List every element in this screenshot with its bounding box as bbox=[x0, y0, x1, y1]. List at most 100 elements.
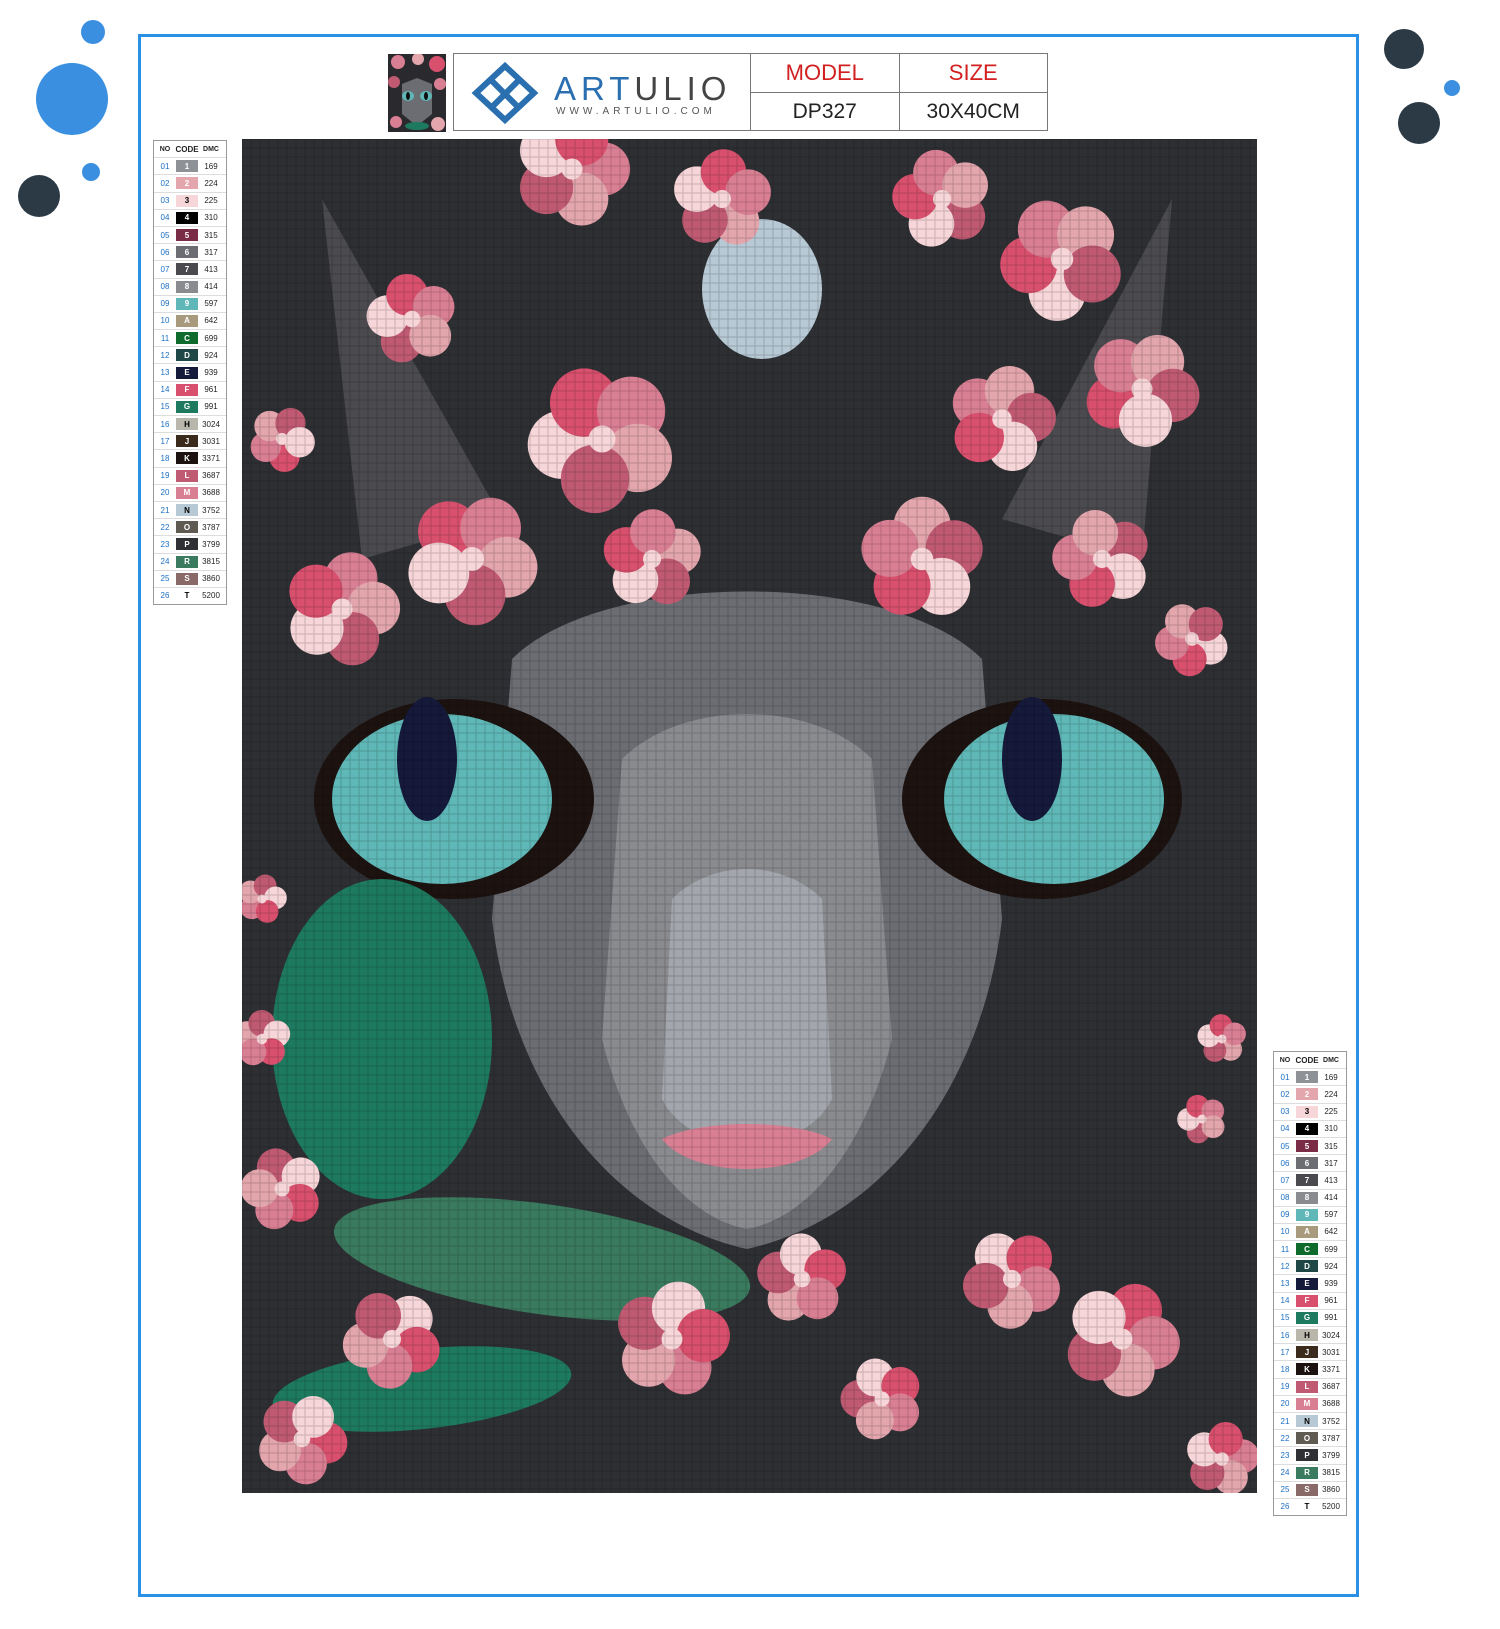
legend-dmc: 924 bbox=[1324, 1261, 1338, 1271]
legend-no: 16 bbox=[160, 419, 170, 429]
legend-no: 08 bbox=[160, 282, 170, 292]
legend-no: 06 bbox=[1280, 1158, 1290, 1168]
legend-dmc: 939 bbox=[1324, 1279, 1338, 1289]
legend-dmc: 414 bbox=[1324, 1193, 1338, 1203]
legend-dmc: 224 bbox=[1324, 1089, 1338, 1099]
legend-dmc: 3815 bbox=[1322, 1468, 1340, 1478]
legend-code-swatch: 7 bbox=[1296, 1174, 1318, 1187]
legend-code-swatch: J bbox=[176, 435, 198, 448]
legend-no: 01 bbox=[160, 161, 170, 171]
legend-row: 11 C 699 bbox=[154, 329, 226, 346]
legend-no: 18 bbox=[1280, 1364, 1290, 1374]
legend-no: 21 bbox=[160, 505, 170, 515]
legend-no: 11 bbox=[1280, 1244, 1290, 1254]
legend-dmc: 3799 bbox=[1322, 1450, 1340, 1460]
legend-dmc: 597 bbox=[1324, 1210, 1338, 1220]
legend-dmc: 3371 bbox=[1322, 1364, 1340, 1374]
legend-row: 09 9 597 bbox=[154, 294, 226, 312]
legend-no: 10 bbox=[160, 316, 170, 326]
legend-dmc: 3752 bbox=[202, 505, 220, 515]
legend-dmc: 991 bbox=[204, 402, 218, 412]
diamond-painting-canvas bbox=[233, 112, 1260, 1495]
legend-no: 22 bbox=[160, 522, 170, 532]
legend-dmc: 642 bbox=[204, 316, 218, 326]
legend-row: 17 J 3031 bbox=[1274, 1343, 1346, 1360]
decor-dot-blue-large bbox=[36, 63, 108, 135]
decor-dot-dark-left bbox=[18, 175, 60, 217]
legend-row: 23 P 3799 bbox=[1274, 1446, 1346, 1463]
legend-dmc: 3787 bbox=[202, 522, 220, 532]
legend-row: 05 5 315 bbox=[1274, 1136, 1346, 1154]
legend-dmc: 3024 bbox=[202, 419, 220, 429]
legend-code-swatch: D bbox=[176, 349, 198, 362]
legend-code-swatch: P bbox=[176, 538, 198, 551]
legend-no: 23 bbox=[1280, 1450, 1290, 1460]
product-header-table: ARTULIO WWW.ARTULIO.COM MODEL DP327 SIZE… bbox=[453, 53, 1048, 131]
legend-row: 24 R 3815 bbox=[154, 552, 226, 570]
legend-col-code: CODE bbox=[175, 144, 199, 154]
legend-code-swatch: 6 bbox=[1296, 1157, 1318, 1170]
legend-row: 02 2 224 bbox=[154, 174, 226, 191]
legend-dmc: 310 bbox=[204, 213, 218, 223]
legend-dmc: 317 bbox=[204, 247, 218, 257]
cat-mosaic-artwork bbox=[233, 112, 1260, 1495]
legend-row: 08 8 414 bbox=[1274, 1188, 1346, 1206]
legend-code-swatch: 9 bbox=[1296, 1208, 1318, 1221]
legend-col-dmc: DMC bbox=[1323, 1056, 1339, 1064]
brand-website: WWW.ARTULIO.COM bbox=[556, 106, 716, 117]
legend-code-swatch: 2 bbox=[1296, 1088, 1318, 1101]
legend-no: 21 bbox=[1280, 1416, 1290, 1426]
legend-no: 18 bbox=[160, 453, 170, 463]
legend-row: 02 2 224 bbox=[1274, 1085, 1346, 1102]
legend-no: 13 bbox=[160, 368, 170, 378]
brand-name: ARTULIO bbox=[554, 70, 731, 108]
legend-dmc: 3752 bbox=[1322, 1416, 1340, 1426]
color-legend-left: NO CODE DMC 01 1 169 02 2 224 03 3 225 04 4 310 05 5 315 0… bbox=[153, 140, 227, 606]
decor-dot-dark-right-bottom bbox=[1398, 102, 1440, 144]
legend-dmc: 413 bbox=[204, 264, 218, 274]
legend-row: 20 M 3688 bbox=[154, 483, 226, 501]
legend-dmc: 224 bbox=[204, 178, 218, 188]
legend-row: 14 F 961 bbox=[1274, 1291, 1346, 1309]
legend-dmc: 5200 bbox=[1322, 1502, 1340, 1512]
legend-dmc: 3024 bbox=[1322, 1330, 1340, 1340]
legend-dmc: 3815 bbox=[202, 557, 220, 567]
legend-row: 22 O 3787 bbox=[1274, 1429, 1346, 1446]
decor-dot-dark-right-top bbox=[1384, 29, 1424, 69]
brand-name-suffix: ULIO bbox=[634, 70, 732, 107]
legend-header: NO CODE DMC bbox=[1274, 1052, 1346, 1068]
legend-code-swatch: J bbox=[1296, 1346, 1318, 1359]
legend-code-swatch: E bbox=[1296, 1277, 1318, 1290]
legend-row: 10 A 642 bbox=[154, 311, 226, 329]
preview-thumbnail bbox=[388, 54, 446, 132]
color-legend-right: NO CODE DMC 01 1 169 02 2 224 03 3 225 04 4 310 05 5 315 0… bbox=[1273, 1051, 1347, 1517]
model-cell: MODEL DP327 bbox=[751, 54, 899, 130]
legend-code-swatch: 1 bbox=[176, 160, 198, 173]
legend-code-swatch: H bbox=[1296, 1329, 1318, 1342]
legend-no: 19 bbox=[1280, 1382, 1290, 1392]
legend-row: 06 6 317 bbox=[1274, 1154, 1346, 1171]
legend-dmc: 3688 bbox=[1322, 1399, 1340, 1409]
legend-dmc: 699 bbox=[204, 333, 218, 343]
legend-dmc: 961 bbox=[1324, 1296, 1338, 1306]
legend-dmc: 3687 bbox=[1322, 1382, 1340, 1392]
legend-dmc: 3799 bbox=[202, 539, 220, 549]
legend-no: 12 bbox=[160, 350, 170, 360]
legend-row: 23 P 3799 bbox=[154, 535, 226, 552]
legend-no: 08 bbox=[1280, 1193, 1290, 1203]
legend-row: 10 A 642 bbox=[1274, 1222, 1346, 1240]
legend-code-swatch: 2 bbox=[176, 177, 198, 190]
legend-row: 12 D 924 bbox=[1274, 1257, 1346, 1274]
legend-no: 25 bbox=[160, 574, 170, 584]
legend-row: 04 4 310 bbox=[154, 208, 226, 226]
legend-no: 15 bbox=[1280, 1313, 1290, 1323]
legend-code-swatch: 4 bbox=[1296, 1122, 1318, 1135]
legend-no: 09 bbox=[1280, 1210, 1290, 1220]
legend-no: 04 bbox=[160, 213, 170, 223]
legend-dmc: 414 bbox=[204, 282, 218, 292]
legend-row: 06 6 317 bbox=[154, 243, 226, 260]
legend-code-swatch: P bbox=[1296, 1449, 1318, 1462]
legend-no: 24 bbox=[160, 557, 170, 567]
legend-dmc: 310 bbox=[1324, 1124, 1338, 1134]
legend-dmc: 225 bbox=[204, 196, 218, 206]
